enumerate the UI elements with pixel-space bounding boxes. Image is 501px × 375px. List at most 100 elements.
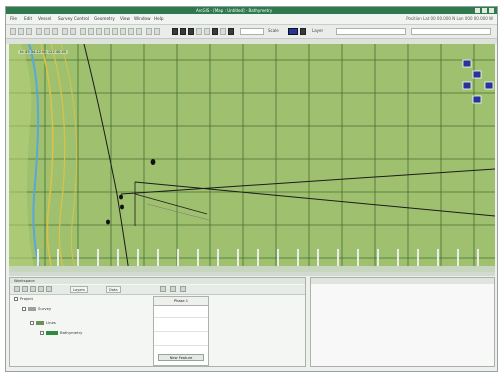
color-label: Layer — [312, 28, 324, 33]
identify-icon[interactable] — [120, 28, 126, 35]
draw-point-icon[interactable] — [154, 28, 160, 35]
workspace-toolbar: Layers Data — [10, 285, 305, 295]
north-arrow-icon — [462, 59, 472, 68]
coordinate-readout: N: 45 34.12 W: 122 40.55 — [18, 50, 69, 54]
map-view[interactable]: N: 45 34.12 W: 122 40.55 — [9, 44, 495, 272]
navigation-widget — [462, 59, 494, 104]
pan-down-icon — [462, 81, 472, 90]
arrow-tool-icon[interactable] — [188, 28, 194, 35]
remove-layer-icon[interactable] — [38, 286, 44, 292]
layer-group-icon — [36, 321, 44, 325]
cut-icon[interactable] — [36, 28, 42, 35]
application-window: ArcGIS - [Map : Untitled] - Bathymetry F… — [5, 6, 498, 372]
divider — [154, 317, 208, 318]
edit-icon[interactable] — [220, 28, 226, 35]
scale-field[interactable] — [240, 28, 264, 35]
pan-icon[interactable] — [88, 28, 94, 35]
feature-point — [150, 159, 156, 165]
sort-icon[interactable] — [170, 286, 176, 292]
map-divider — [9, 272, 495, 276]
output-panel — [310, 277, 495, 367]
visibility-checkbox[interactable] — [40, 331, 44, 335]
zoom-in-icon — [484, 81, 494, 90]
position-readout: Position Lat 00 00.000 N Lon 000 00.000 … — [406, 16, 493, 21]
redo-icon[interactable] — [70, 28, 76, 35]
status-field — [411, 28, 491, 35]
measure-icon[interactable] — [112, 28, 118, 35]
layer-tree: Project Survey Lines Bathymetry — [14, 296, 154, 366]
save-icon[interactable] — [26, 28, 32, 35]
tree-item[interactable]: Bathymetry — [40, 330, 82, 336]
layer-icon — [46, 331, 58, 335]
menu-view[interactable]: View — [120, 16, 130, 21]
minimize-button[interactable] — [475, 8, 480, 13]
feature-point — [106, 219, 110, 225]
zoom-in-tool-icon[interactable] — [96, 28, 102, 35]
tab-layers[interactable]: Layers — [70, 286, 88, 293]
draw-line-icon[interactable] — [146, 28, 152, 35]
window-controls — [475, 8, 494, 13]
window-title: ArcGIS - [Map : Untitled] - Bathymetry — [196, 8, 273, 13]
folder-icon — [28, 307, 36, 311]
new-icon[interactable] — [10, 28, 16, 35]
tree-item[interactable]: Lines — [30, 320, 56, 326]
fill-icon[interactable] — [204, 28, 210, 35]
plus-icon[interactable] — [212, 28, 218, 35]
expand-node-icon[interactable] — [30, 321, 34, 325]
properties-icon[interactable] — [46, 286, 52, 292]
properties-pane: Phase 1 New Feature — [153, 296, 209, 366]
output-title — [311, 278, 494, 284]
menu-edit[interactable]: Edit — [24, 16, 32, 21]
menu-geometry[interactable]: Geometry — [94, 16, 115, 21]
zoom-out-icon — [472, 95, 482, 104]
menu-help[interactable]: Help — [154, 16, 164, 21]
feature-point — [120, 204, 124, 210]
square-tool-icon[interactable] — [196, 28, 202, 35]
open-icon[interactable] — [18, 28, 24, 35]
graticule-grid — [9, 44, 495, 272]
zoom-out-tool-icon[interactable] — [104, 28, 110, 35]
expand-node-icon[interactable] — [22, 307, 26, 311]
refresh-icon[interactable] — [300, 28, 306, 35]
menu-file[interactable]: File — [10, 16, 17, 21]
tree-item-label: Bathymetry — [60, 330, 83, 335]
maximize-button[interactable] — [482, 8, 487, 13]
tree-item[interactable]: Survey — [22, 306, 51, 312]
properties-header: Phase 1 — [154, 297, 208, 306]
menu-survey-control[interactable]: Survey Control — [58, 16, 89, 21]
title-bar: ArcGIS - [Map : Untitled] - Bathymetry — [6, 7, 497, 14]
close-button[interactable] — [489, 8, 494, 13]
add-layer-icon[interactable] — [30, 286, 36, 292]
new-feature-button[interactable]: New Feature — [158, 354, 204, 361]
shore-line-blue — [28, 44, 42, 272]
tree-item-label: Survey — [38, 306, 52, 311]
layer-color-swatch[interactable] — [288, 28, 298, 35]
crosshair-icon[interactable] — [172, 28, 178, 35]
tree-item[interactable]: Project — [14, 296, 33, 302]
refresh-list-icon[interactable] — [180, 286, 186, 292]
copy-icon[interactable] — [44, 28, 50, 35]
pan-up-icon — [472, 70, 482, 79]
undo-icon[interactable] — [62, 28, 68, 35]
collapse-icon[interactable] — [22, 286, 28, 292]
layer-icon[interactable] — [128, 28, 134, 35]
menu-window[interactable]: Window — [134, 16, 151, 21]
tab-data[interactable]: Data — [106, 286, 121, 293]
workspace-panel: Workspace Layers Data Project Survey Lin… — [9, 277, 306, 367]
paste-icon[interactable] — [52, 28, 58, 35]
layer-dropdown[interactable] — [336, 28, 406, 35]
expand-node-icon[interactable] — [14, 297, 18, 301]
node-icon[interactable] — [228, 28, 234, 35]
divider — [154, 331, 208, 332]
filter-icon[interactable] — [160, 286, 166, 292]
expand-icon[interactable] — [14, 286, 20, 292]
main-toolbar: Scale Layer — [6, 25, 497, 39]
target-icon[interactable] — [180, 28, 186, 35]
tree-item-label: Project — [20, 296, 33, 301]
shoal-area — [9, 44, 35, 272]
vessel-track-line — [83, 44, 130, 272]
grid-icon[interactable] — [136, 28, 142, 35]
menu-vessel[interactable]: Vessel — [38, 16, 51, 21]
menu-bar: File Edit Vessel Survey Control Geometry… — [6, 14, 497, 25]
select-icon[interactable] — [80, 28, 86, 35]
